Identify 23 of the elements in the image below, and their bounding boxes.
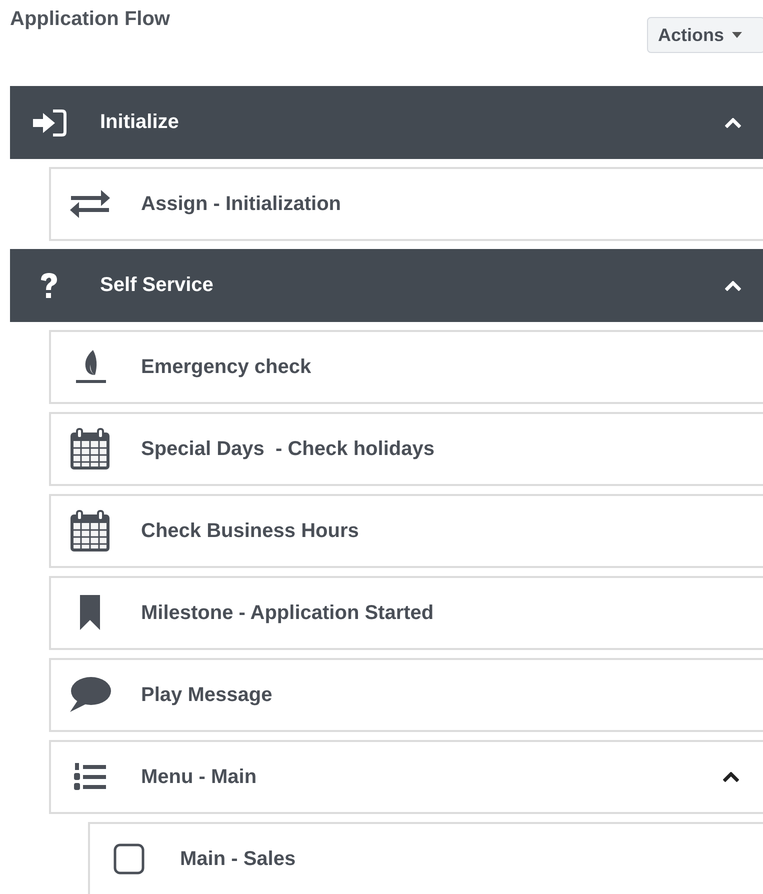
calendar-icon [70, 510, 110, 552]
flow-block[interactable]: Emergency check [49, 330, 763, 404]
exchange-icon [69, 188, 111, 220]
flow-block[interactable]: Check Business Hours [49, 494, 763, 568]
flow-block[interactable]: Main - Sales [88, 822, 763, 894]
collapse-icon[interactable] [723, 772, 739, 782]
square-icon [113, 843, 145, 875]
calendar-icon [70, 428, 110, 470]
flow-block[interactable]: Special Days - Check holidays [49, 412, 763, 486]
section-header[interactable]: Initialize [10, 86, 763, 159]
flow-block[interactable]: Milestone - Application Started [49, 576, 763, 650]
speech-bubble-icon [68, 676, 112, 714]
question-mark-icon [39, 272, 59, 300]
numbered-list-icon [73, 762, 107, 792]
flow-block[interactable]: Assign - Initialization [49, 167, 763, 241]
sign-in-icon [31, 108, 67, 138]
section-header[interactable]: Self Service [10, 249, 763, 322]
flow-block[interactable]: Play Message [49, 658, 763, 732]
page-title: Application Flow [10, 8, 170, 31]
caret-icon [732, 32, 742, 38]
flame-icon [73, 349, 107, 385]
flow-block[interactable]: Menu - Main [49, 740, 763, 814]
actions-button[interactable]: Actions [647, 17, 763, 53]
